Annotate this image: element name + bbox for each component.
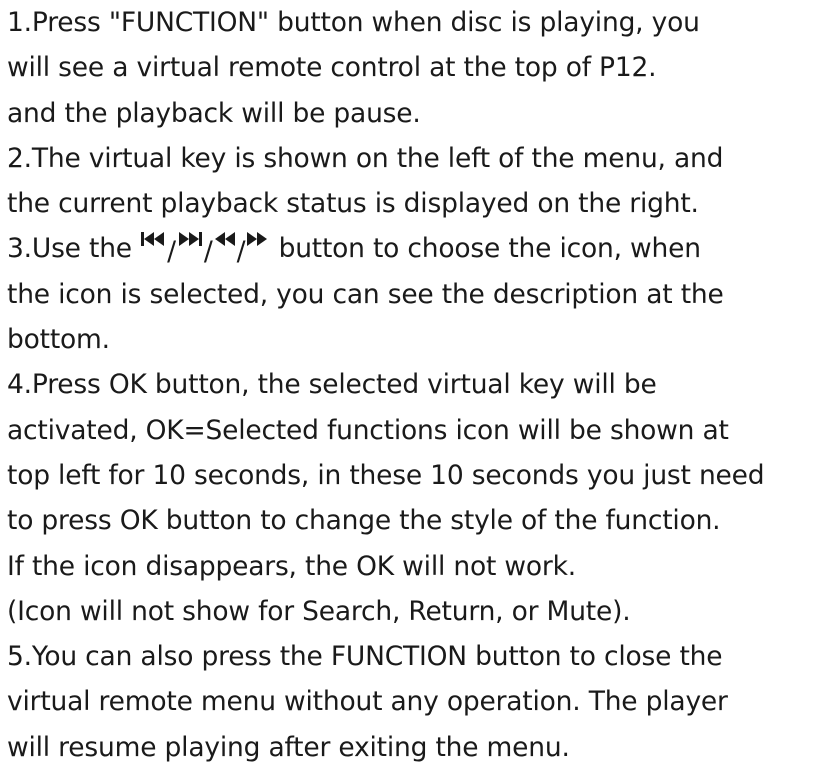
text-line: virtual remote menu without any operatio…: [7, 686, 728, 718]
text-line: the current playback status is displayed…: [7, 188, 699, 220]
text-line: 4.Press OK button, the selected virtual …: [7, 369, 657, 401]
text-line: to press OK button to change the style o…: [7, 505, 721, 537]
prev-track-icon: [141, 232, 165, 247]
next-track-icon: [178, 232, 202, 247]
step3-prefix: 3.Use the: [7, 233, 132, 265]
text-line: 2.The virtual key is shown on the left o…: [7, 142, 724, 174]
text-line: 5.You can also press the FUNCTION button…: [7, 641, 723, 673]
nav-buttons-glyphs: / / /: [140, 229, 268, 267]
rewind-icon: [214, 232, 235, 247]
glyph-separator: /: [167, 236, 176, 268]
text-line: the icon is selected, you can see the de…: [7, 278, 724, 310]
text-line-step3: 3.Use the / / / button to choose the ico…: [7, 226, 831, 271]
step3-suffix: button to choose the icon, when: [270, 233, 701, 265]
text-line: 1.Press "FUNCTION" button when disc is p…: [7, 7, 700, 38]
text-line: will see a virtual remote control at the…: [7, 52, 657, 84]
text-line: top left for 10 seconds, in these 10 sec…: [7, 459, 765, 491]
instruction-text: 1.Press "FUNCTION" button when disc is p…: [0, 0, 831, 765]
text-line: (Icon will not show for Search, Return, …: [7, 595, 631, 627]
glyph-separator: /: [236, 236, 246, 268]
text-line: and the playback will be pause.: [7, 97, 421, 129]
text-line: will resume playing after exiting the me…: [7, 731, 570, 763]
text-line: If the icon disappears, the OK will not …: [7, 550, 576, 582]
fast-forward-icon: [247, 232, 268, 247]
text-line: activated, OK=Selected functions icon wi…: [7, 414, 729, 446]
text-line: bottom.: [7, 324, 110, 356]
glyph-separator: /: [203, 236, 213, 268]
